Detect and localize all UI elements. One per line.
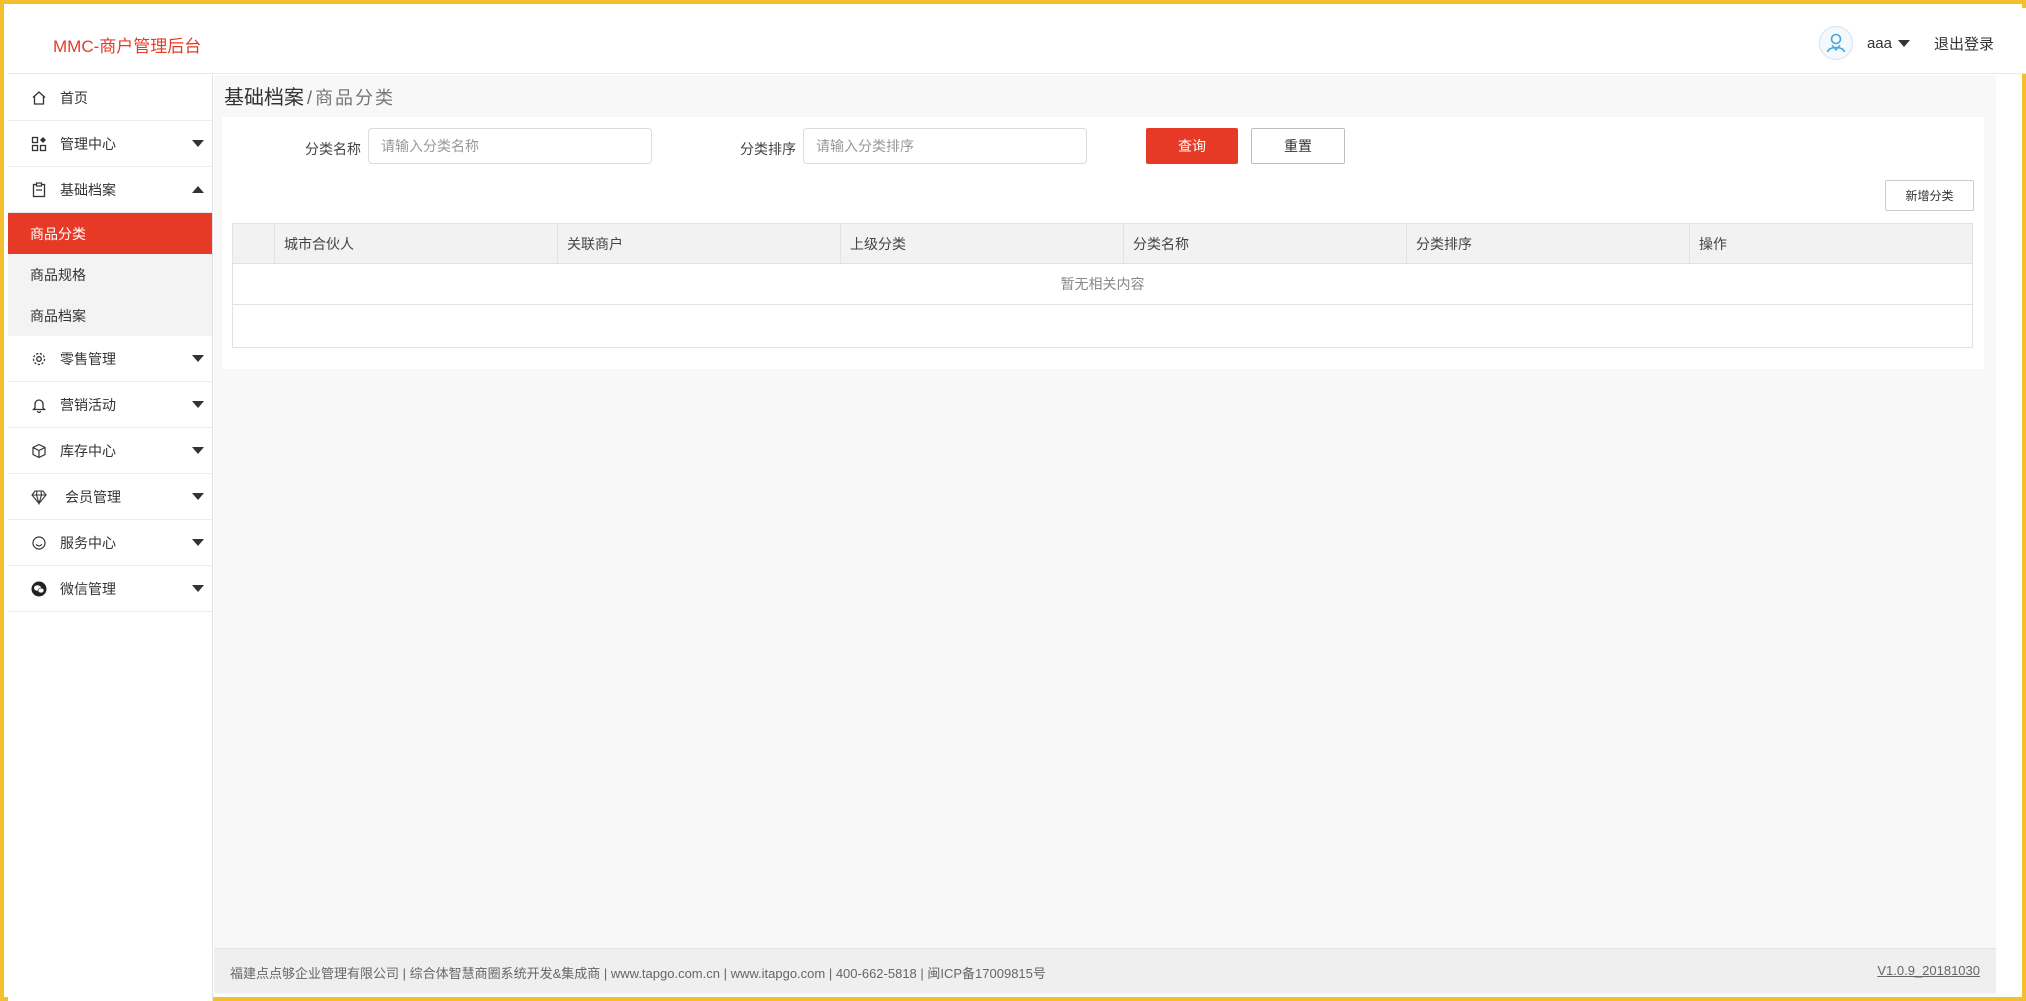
breadcrumb-current: 商品分类 <box>315 88 396 108</box>
chevron-down-icon <box>192 355 204 362</box>
submenu-item-product-spec[interactable]: 商品规格 <box>8 254 212 295</box>
sidebar-item-retail[interactable]: 零售管理 <box>8 336 212 382</box>
table-header: 城市合伙人 关联商户 上级分类 分类名称 分类排序 操作 <box>233 224 1972 264</box>
chevron-down-icon <box>192 140 204 147</box>
sidebar-item-label: 会员管理 <box>65 488 121 505</box>
main-content: 基础档案/商品分类 分类名称 分类排序 查询 重置 新增分类 城市合伙人 关联商… <box>214 75 1996 994</box>
breadcrumb-parent[interactable]: 基础档案 <box>224 87 304 109</box>
home-icon <box>30 89 48 107</box>
chevron-down-icon <box>192 585 204 592</box>
chevron-down-icon <box>192 493 204 500</box>
sidebar-item-management-center[interactable]: 管理中心 <box>8 121 212 167</box>
sidebar-item-label: 零售管理 <box>60 350 116 367</box>
chevron-down-icon <box>192 447 204 454</box>
breadcrumb-separator: / <box>307 88 313 108</box>
table-header-category-sort: 分类排序 <box>1406 224 1689 264</box>
page-footer: 福建点点够企业管理有限公司 | 综合体智慧商圈系统开发&集成商 | www.ta… <box>214 948 1996 993</box>
window-frame: MMC-商户管理后台 aaa 退出登录 首页 管理中心 基础档案 商品分类 商品… <box>0 0 2026 1001</box>
sidebar-item-label: 服务中心 <box>60 534 116 551</box>
table-header-city-partner: 城市合伙人 <box>274 224 557 264</box>
sidebar-item-label: 基础档案 <box>60 181 116 198</box>
table-header-parent-category: 上级分类 <box>840 224 1123 264</box>
table-empty-row: 暂无相关内容 <box>233 264 1972 305</box>
username-label[interactable]: aaa <box>1867 35 1892 52</box>
category-sort-input[interactable] <box>803 128 1087 164</box>
table-header-operation: 操作 <box>1689 224 1972 264</box>
sidebar-item-basic-archive[interactable]: 基础档案 <box>8 167 212 213</box>
sidebar-item-marketing[interactable]: 营销活动 <box>8 382 212 428</box>
chevron-up-icon <box>192 186 204 193</box>
table-header-merchant: 关联商户 <box>557 224 840 264</box>
clipboard-icon <box>30 181 48 199</box>
table-header-checkbox-column <box>233 224 274 264</box>
footer-company-info: 福建点点够企业管理有限公司 | 综合体智慧商圈系统开发&集成商 | www.ta… <box>230 966 1046 981</box>
diamond-icon <box>30 488 48 506</box>
brand-title: MMC-商户管理后台 <box>53 37 202 56</box>
smile-icon <box>30 534 48 552</box>
box-icon <box>30 442 48 460</box>
basic-archive-submenu: 商品分类 商品规格 商品档案 <box>8 213 212 336</box>
grid-icon <box>30 135 48 153</box>
user-area: aaa 退出登录 <box>1818 26 2008 60</box>
sidebar-item-wechat[interactable]: 微信管理 <box>8 566 212 612</box>
category-name-input[interactable] <box>368 128 652 164</box>
add-category-button[interactable]: 新增分类 <box>1885 180 1974 211</box>
sidebar-item-label: 营销活动 <box>60 396 116 413</box>
category-table: 城市合伙人 关联商户 上级分类 分类名称 分类排序 操作 暂无相关内容 <box>232 223 1973 348</box>
category-sort-label: 分类排序 <box>740 141 796 157</box>
submenu-item-product-archive[interactable]: 商品档案 <box>8 295 212 336</box>
logout-link[interactable]: 退出登录 <box>1934 33 2008 54</box>
chevron-down-icon <box>192 401 204 408</box>
content-panel: 分类名称 分类排序 查询 重置 新增分类 城市合伙人 关联商户 上级分类 分类名… <box>222 117 1984 369</box>
sidebar-item-members[interactable]: 会员管理 <box>8 474 212 520</box>
sidebar-item-label: 管理中心 <box>60 135 116 152</box>
user-dropdown-caret-icon[interactable] <box>1897 39 1910 47</box>
sidebar-item-service-center[interactable]: 服务中心 <box>8 520 212 566</box>
reset-button[interactable]: 重置 <box>1251 128 1345 164</box>
sidebar-item-home[interactable]: 首页 <box>8 75 212 121</box>
wechat-icon <box>30 580 48 598</box>
submenu-item-product-category[interactable]: 商品分类 <box>8 213 212 254</box>
chevron-down-icon <box>192 539 204 546</box>
sidebar: 首页 管理中心 基础档案 商品分类 商品规格 商品档案 零售管理 营销活动 库存… <box>8 75 213 1001</box>
sidebar-item-inventory[interactable]: 库存中心 <box>8 428 212 474</box>
gear-icon <box>30 350 48 368</box>
sidebar-item-label: 微信管理 <box>60 580 116 597</box>
user-avatar-icon[interactable] <box>1818 26 1853 60</box>
sidebar-item-label: 首页 <box>60 89 88 106</box>
bell-icon <box>30 396 48 414</box>
category-name-label: 分类名称 <box>305 141 361 157</box>
version-link[interactable]: V1.0.9_20181030 <box>1877 963 1980 978</box>
sidebar-item-label: 库存中心 <box>60 442 116 459</box>
table-header-category-name: 分类名称 <box>1123 224 1406 264</box>
query-button[interactable]: 查询 <box>1146 128 1238 164</box>
top-header: MMC-商户管理后台 aaa 退出登录 <box>8 8 2026 74</box>
breadcrumb: 基础档案 / 商品分类 <box>224 81 395 110</box>
